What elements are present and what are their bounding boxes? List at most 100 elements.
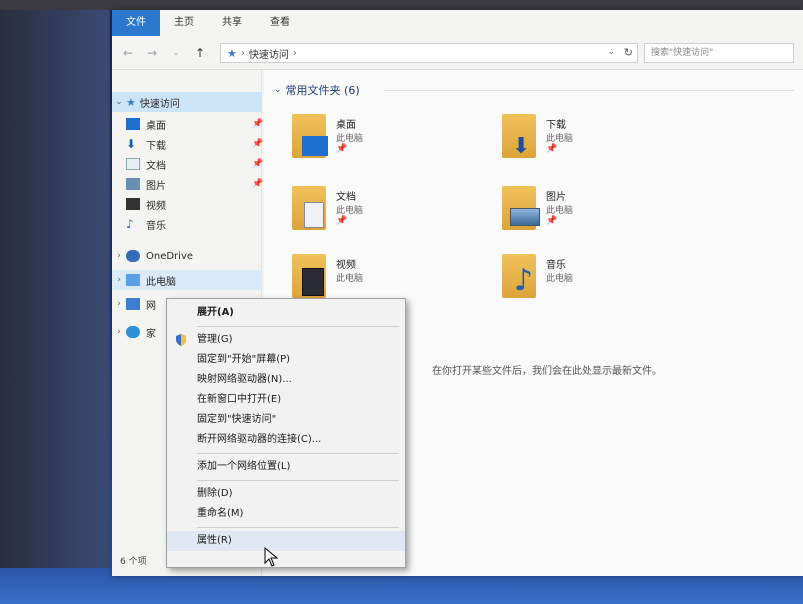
- folder-icon: [292, 186, 326, 230]
- menu-item-rename[interactable]: 重命名(M): [167, 504, 405, 524]
- address-separator-icon: ›: [292, 47, 297, 59]
- pin-icon: 📌: [252, 119, 264, 129]
- search-input[interactable]: 搜索"快速访问": [644, 43, 794, 63]
- address-bar[interactable]: ★ › 快速访问 › ⌄ ↻: [220, 43, 638, 63]
- menu-item-add-network-location[interactable]: 添加一个网络位置(L): [167, 457, 405, 477]
- menu-item-open-new-window[interactable]: 在新窗口中打开(E): [167, 390, 405, 410]
- refresh-icon[interactable]: ↻: [624, 46, 633, 59]
- nav-network[interactable]: › 网: [112, 294, 172, 314]
- mouse-cursor-icon: [264, 547, 278, 567]
- group-header-frequent-folders[interactable]: ⌄ 常用文件夹 (6): [274, 82, 360, 98]
- pictures-icon: [510, 208, 540, 226]
- menu-item-manage[interactable]: 管理(G): [167, 330, 405, 350]
- nav-this-pc[interactable]: › 此电脑: [112, 270, 262, 290]
- nav-homegroup-label: 家: [146, 328, 156, 340]
- network-icon: [126, 298, 140, 310]
- tile-name: 文档: [336, 192, 356, 203]
- address-dropdown-icon[interactable]: ⌄: [607, 47, 615, 57]
- ribbon-spacer: [304, 10, 803, 36]
- nav-onedrive[interactable]: › OneDrive: [112, 246, 262, 266]
- tile-location: 此电脑: [546, 206, 574, 216]
- homegroup-icon: [126, 326, 140, 338]
- screen-bezel: [0, 0, 803, 10]
- tile-location: 此电脑: [336, 134, 364, 144]
- tile-name: 下载: [546, 120, 566, 131]
- menu-item-expand[interactable]: 展开(A): [167, 303, 405, 323]
- folder-tile-desktop[interactable]: 桌面 此电脑 📌: [292, 110, 492, 166]
- address-separator-icon: ›: [240, 47, 245, 59]
- folder-tile-pictures[interactable]: 图片 此电脑 📌: [502, 182, 702, 238]
- recent-locations-chevron-icon[interactable]: ⌄: [168, 45, 184, 61]
- folder-icon: [502, 186, 540, 230]
- nav-network-label: 网: [146, 300, 156, 312]
- nav-item-documents[interactable]: 文档 📌: [112, 154, 263, 174]
- shield-icon: [176, 334, 186, 346]
- tile-location: 此电脑: [546, 274, 574, 284]
- nav-item-music[interactable]: ♪ 音乐: [112, 214, 262, 234]
- pin-icon: 📌: [336, 216, 348, 226]
- nav-quick-access-label: 快速访问: [139, 98, 180, 110]
- nav-item-label: 文档: [146, 160, 166, 172]
- tab-file[interactable]: 文件: [112, 10, 160, 36]
- ribbon-tabs: 文件 主页 共享 查看: [112, 10, 803, 36]
- chevron-right-icon[interactable]: ›: [112, 251, 126, 261]
- nav-quick-access[interactable]: ⌄ ★ 快速访问: [112, 92, 262, 112]
- tab-share[interactable]: 共享: [208, 10, 256, 36]
- desktop-icon: [126, 118, 140, 130]
- menu-separator: [197, 480, 399, 481]
- pin-icon: 📌: [252, 139, 264, 149]
- nav-item-label: 桌面: [146, 120, 166, 132]
- download-icon: ⬇: [126, 137, 137, 151]
- forward-arrow-icon[interactable]: →: [144, 45, 160, 61]
- folder-tile-music[interactable]: ♪ 音乐 此电脑: [502, 250, 702, 306]
- folder-icon: [292, 254, 326, 298]
- menu-item-pin-quick-access[interactable]: 固定到"快速访问": [167, 410, 405, 430]
- pin-icon: 📌: [546, 216, 558, 226]
- tile-name: 音乐: [546, 260, 566, 271]
- document-icon: [126, 158, 140, 170]
- nav-item-desktop[interactable]: 桌面 📌: [112, 114, 264, 134]
- menu-item-disconnect-network-drive[interactable]: 断开网络驱动器的连接(C)...: [167, 430, 405, 450]
- tab-home[interactable]: 主页: [160, 10, 208, 36]
- tile-name: 图片: [546, 192, 566, 203]
- nav-homegroup[interactable]: › 家: [112, 322, 172, 342]
- context-menu: 展开(A) 管理(G) 固定到"开始"屏幕(P) 映射网络驱动器(N)... 在…: [166, 298, 406, 568]
- nav-item-label: 视频: [146, 200, 166, 212]
- nav-item-label: 图片: [146, 180, 166, 192]
- menu-separator: [197, 326, 399, 327]
- chevron-right-icon[interactable]: ›: [112, 275, 126, 285]
- recent-files-empty-message: 在你打开某些文件后，我们会在此处显示最新文件。: [432, 366, 662, 377]
- chevron-right-icon[interactable]: ›: [112, 327, 126, 337]
- group-header-label: 常用文件夹 (6): [285, 84, 360, 97]
- nav-onedrive-label: OneDrive: [146, 250, 194, 262]
- tile-location: 此电脑: [336, 206, 364, 216]
- pin-icon: 📌: [336, 144, 348, 154]
- quick-access-star-icon: ★: [227, 46, 237, 60]
- nav-item-videos[interactable]: 视频: [112, 194, 262, 214]
- star-icon: ★: [126, 95, 136, 109]
- pin-icon: 📌: [546, 144, 558, 154]
- folder-tile-documents[interactable]: 文档 此电脑 📌: [292, 182, 492, 238]
- chevron-down-icon[interactable]: ⌄: [274, 85, 282, 95]
- menu-item-pin-to-start[interactable]: 固定到"开始"屏幕(P): [167, 350, 405, 370]
- tile-location: 此电脑: [546, 134, 574, 144]
- download-arrow-icon: ⬇: [512, 134, 531, 159]
- chevron-right-icon[interactable]: ›: [112, 299, 126, 309]
- menu-item-delete[interactable]: 删除(D): [167, 484, 405, 504]
- nav-item-label: 下载: [146, 140, 166, 152]
- back-arrow-icon[interactable]: ←: [120, 45, 136, 61]
- chevron-down-icon[interactable]: ⌄: [112, 97, 126, 107]
- folder-tile-downloads[interactable]: ⬇ 下载 此电脑 📌: [502, 110, 702, 166]
- menu-separator: [197, 527, 399, 528]
- pin-icon: 📌: [252, 179, 264, 189]
- nav-item-pictures[interactable]: 图片 📌: [112, 174, 264, 194]
- menu-item-map-network-drive[interactable]: 映射网络驱动器(N)...: [167, 370, 405, 390]
- menu-item-properties[interactable]: 属性(R): [167, 531, 405, 551]
- up-arrow-icon[interactable]: ↑: [192, 45, 208, 61]
- nav-item-downloads[interactable]: ⬇ 下载 📌: [112, 134, 264, 154]
- tab-view[interactable]: 查看: [256, 10, 304, 36]
- music-note-icon: ♪: [514, 263, 534, 298]
- video-film-icon: [302, 268, 324, 296]
- video-icon: [126, 198, 140, 210]
- tile-location: 此电脑: [336, 274, 364, 284]
